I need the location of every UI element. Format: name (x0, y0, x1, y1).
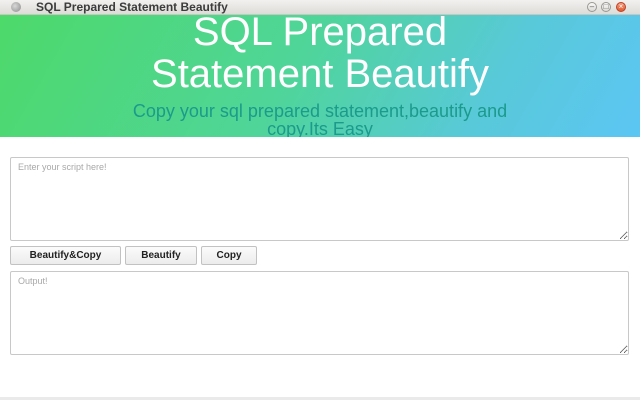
beautify-copy-button[interactable]: Beautify&Copy (10, 246, 121, 265)
page-subtitle-line-2: copy.Its Easy (267, 119, 373, 137)
maximize-icon[interactable]: □ (601, 2, 611, 12)
page-title-line-2: Statement Beautify (151, 52, 489, 96)
page-subtitle-line-1: Copy your sql prepared statement,beautif… (132, 101, 508, 121)
page-title-line-1: SQL Prepared (192, 15, 448, 54)
close-icon[interactable]: × (616, 2, 626, 12)
window-titlebar: SQL Prepared Statement Beautify – □ × (0, 0, 640, 15)
window-title: SQL Prepared Statement Beautify (36, 0, 228, 14)
output-textarea[interactable] (10, 271, 629, 355)
copy-button[interactable]: Copy (201, 246, 257, 265)
beautify-button[interactable]: Beautify (125, 246, 197, 265)
page-title: SQL Prepared Statement Beautify (0, 15, 640, 95)
page-subtitle: Copy your sql prepared statement,beautif… (0, 102, 640, 137)
script-input[interactable] (10, 157, 629, 241)
header-banner: SQL Prepared Statement Beautify Copy you… (0, 15, 640, 137)
app-icon (11, 2, 21, 12)
minimize-icon[interactable]: – (587, 2, 597, 12)
